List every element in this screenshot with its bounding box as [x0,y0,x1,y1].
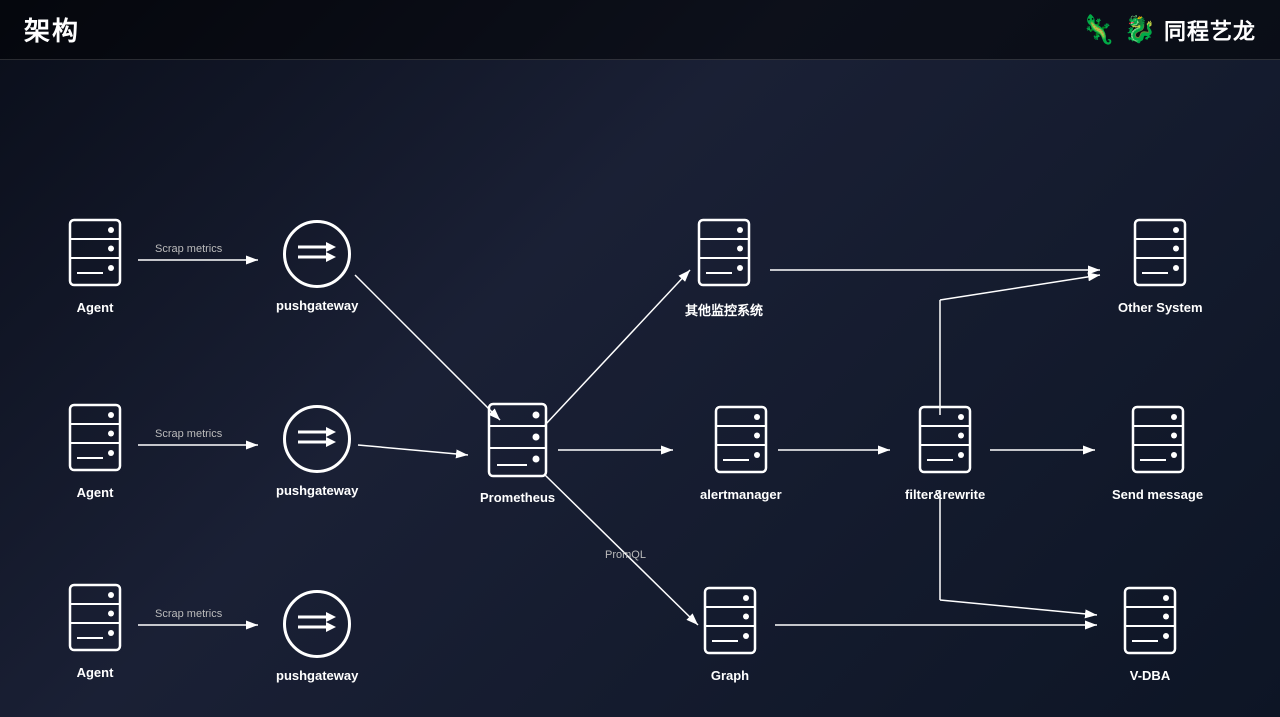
filter-rewrite-icon [915,402,975,477]
chameleon-icon: 🦎 [1081,13,1116,46]
pushgateway1-label: pushgateway [276,298,358,313]
other-monitor-icon [694,215,754,290]
agent2-node: Agent [65,400,125,500]
prometheus-label: Prometheus [480,490,555,505]
pushgateway1-icon [283,220,351,288]
pushgateway2-node: pushgateway [276,405,358,498]
prometheus-icon [485,400,550,480]
prometheus-node: Prometheus [480,400,555,505]
other-system-label: Other System [1118,300,1203,315]
send-message-icon [1128,402,1188,477]
promql-label: PromQL [605,549,646,561]
other-monitor-node: 其他监控系统 [685,215,763,319]
other-system-icon [1130,215,1190,290]
agent1-label: Agent [77,300,114,315]
pushgateway3-label: pushgateway [276,668,358,683]
agent2-label: Agent [77,485,114,500]
other-monitor-label: 其他监控系统 [685,300,763,319]
header: 架构 🦎 🐉 同程艺龙 [0,0,1280,60]
other-system-node: Other System [1118,215,1203,315]
scrap-label-1: Scrap metrics [155,243,223,255]
scrap-label-2: Scrap metrics [155,428,223,440]
agent3-icon [65,580,125,655]
pushgateway3-icon [283,590,351,658]
page-title: 架构 [24,11,80,48]
alertmanager-label: alertmanager [700,487,782,502]
alertmanager-node: alertmanager [700,402,782,502]
vdba-label: V-DBA [1130,668,1170,683]
arrows-layer: Scrap metrics Scrap metrics Scrap metric… [0,60,1280,717]
graph-node: Graph [700,583,760,683]
pushgateway2-icon [283,405,351,473]
pushgateway1-node: pushgateway [276,220,358,313]
agent3-label: Agent [77,665,114,680]
send-message-node: Send message [1112,402,1203,502]
alertmanager-icon [711,402,771,477]
arrow-prometheus-graph [545,475,698,625]
filter-rewrite-label: filter&rewrite [905,487,985,502]
arrow-pg1-prometheus [355,275,500,420]
arrow-pg2-prometheus [358,445,468,455]
scrap-label-3: Scrap metrics [155,608,223,620]
send-message-label: Send message [1112,487,1203,502]
vdba-node: V-DBA [1120,583,1180,683]
filter-rewrite-node: filter&rewrite [905,402,985,502]
arrow-filter-othersys-horiz [940,275,1100,300]
logo-text: 同程艺龙 [1164,14,1256,46]
graph-label: Graph [711,668,749,683]
logo-area: 🦎 🐉 同程艺龙 [1081,13,1256,46]
graph-icon [700,583,760,658]
pushgateway3-node: pushgateway [276,590,358,683]
agent2-icon [65,400,125,475]
pushgateway2-label: pushgateway [276,483,358,498]
vdba-icon [1120,583,1180,658]
arrow-prometheus-othermon [545,270,690,425]
arrow-filter-vdba-horiz [940,600,1097,615]
agent3-node: Agent [65,580,125,680]
architecture-diagram: Scrap metrics Scrap metrics Scrap metric… [0,60,1280,717]
agent1-icon [65,215,125,290]
agent1-node: Agent [65,215,125,315]
flame-icon: 🐉 [1124,14,1156,45]
